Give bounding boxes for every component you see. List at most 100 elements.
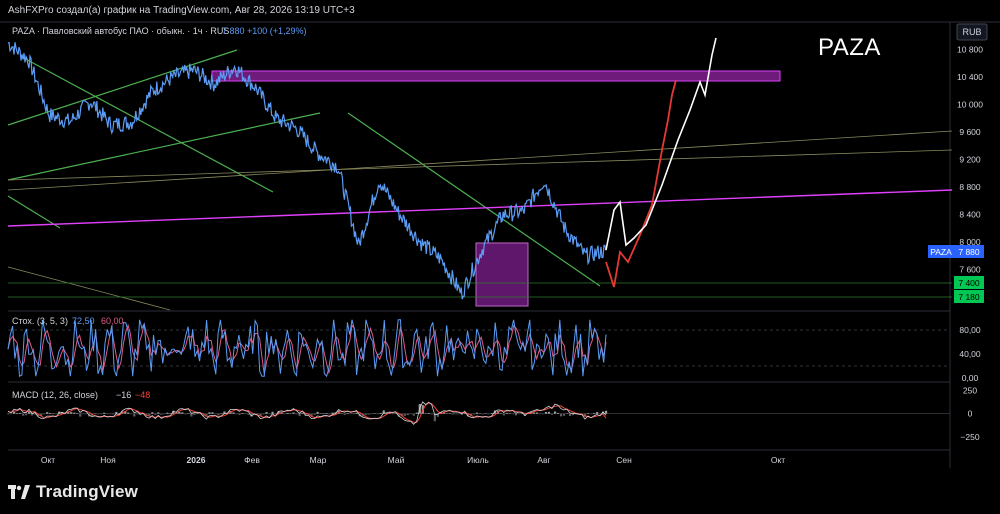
macd-histogram-bar [247, 413, 250, 415]
macd-histogram-bar [532, 412, 536, 414]
macd-histogram-bar [298, 413, 301, 417]
macd-histogram-bar [415, 412, 418, 414]
trendline-tan-3 [7, 266, 171, 311]
level-tag-1-value: 7 400 [958, 278, 980, 288]
resistance-zone [211, 70, 781, 82]
magenta-trendline [7, 189, 953, 227]
macd-histogram-bar [181, 412, 184, 414]
macd-histogram-bar [484, 413, 487, 414]
macd-histogram-bar [115, 411, 118, 414]
macd-histogram-bar [445, 413, 448, 414]
macd-histogram-bar [265, 412, 268, 414]
stoch-axis-tick: 0,00 [962, 373, 979, 383]
trendline-left [7, 195, 61, 229]
macd-histogram-bar [592, 413, 596, 414]
tradingview-logo-icon [8, 485, 30, 499]
macd-histogram-bar [55, 413, 58, 415]
macd-histogram-bar [346, 413, 349, 414]
macd-histogram-bar [367, 413, 370, 415]
macd-histogram-bar [505, 412, 509, 414]
stoch-axis-tick: 40,00 [959, 349, 981, 359]
macd-histogram-bar [136, 413, 139, 415]
trendline-tan-2 [7, 149, 953, 181]
macd-histogram-bar [211, 412, 214, 414]
macd-histogram-bar [82, 413, 85, 415]
macd-histogram-bar [49, 412, 52, 414]
macd-histogram-bar [292, 412, 295, 414]
macd-histogram-bar [568, 413, 572, 417]
macd-histogram-bar [241, 413, 244, 414]
macd-histogram-bar [286, 412, 289, 414]
macd-axis-tick: 0 [968, 409, 973, 419]
macd-histogram-bar [295, 413, 298, 415]
time-axis-tick: Авг [537, 455, 550, 465]
macd-histogram-bar [571, 413, 575, 416]
macd-histogram-bar [19, 412, 22, 414]
macd-histogram-bar [448, 413, 451, 414]
macd-histogram-bar [283, 413, 286, 415]
macd-histogram-bar [109, 413, 112, 415]
macd-histogram-bar [487, 413, 491, 415]
macd-value: −16 [116, 390, 131, 400]
macd-histogram-bar [25, 413, 28, 416]
tradingview-logo-text: TradingView [36, 482, 139, 501]
time-axis-tick: Окт [41, 455, 55, 465]
price-axis-tick: 8 400 [959, 210, 981, 220]
macd-histogram-bar [373, 413, 376, 414]
macd-histogram-bar [517, 413, 521, 415]
macd-histogram-bar [553, 411, 557, 414]
macd-histogram-bar [556, 412, 560, 414]
trendline-channel-bottom [7, 112, 321, 181]
macd-histogram-bar [586, 413, 590, 414]
time-axis-tick: Окт [771, 455, 785, 465]
macd-histogram-bar [349, 413, 352, 415]
macd-histogram-bar [427, 412, 430, 414]
macd-histogram-bar [370, 413, 373, 415]
price-axis-tick: 9 200 [959, 155, 981, 165]
macd-histogram-bar [190, 413, 193, 417]
macd-histogram-bar [475, 412, 478, 414]
macd-histogram-bar [232, 412, 235, 414]
macd-histogram-bar [163, 413, 166, 415]
macd-histogram-bar [544, 412, 548, 414]
macd-histogram-bar [478, 413, 481, 415]
macd-histogram-bar [565, 413, 569, 415]
price-axis-tick: 8 800 [959, 182, 981, 192]
chart-canvas[interactable]: 80,00 40,00 0,00 250 0 −250 10 800 10 400 10 0… [0, 0, 1000, 514]
macd-histogram-bar [343, 413, 346, 415]
macd-histogram-bar [268, 413, 271, 415]
macd-histogram-bar [403, 413, 406, 416]
macd-histogram-bar [16, 413, 19, 414]
macd-histogram-bar [322, 413, 325, 414]
macd-histogram-bar [364, 413, 367, 415]
macd-histogram-bar [313, 413, 316, 415]
macd-histogram-bar [331, 412, 334, 414]
macd-histogram-bar [538, 413, 542, 415]
macd-histogram-bar [256, 413, 259, 415]
time-axis-tick: Мар [310, 455, 327, 465]
last-price-tag-symbol-text: PAZA [930, 247, 952, 257]
macd-histogram-bar [562, 413, 566, 416]
macd-histogram-bar [112, 413, 115, 415]
tradingview-logo[interactable]: TradingView [8, 482, 138, 502]
macd-histogram-bar [481, 413, 484, 415]
macd-axis-tick: 250 [963, 386, 977, 396]
macd-histogram-bar [605, 410, 608, 414]
macd-histogram-bar [157, 412, 160, 414]
macd-histogram-bar [85, 413, 88, 415]
stoch-k-value: 72,50 [72, 316, 95, 326]
macd-histogram-bar [187, 413, 190, 414]
time-axis-tick: Май [388, 455, 405, 465]
macd-histogram-bar [43, 413, 46, 415]
macd-histogram-bar [217, 413, 220, 416]
macd-title: MACD (12, 26, close) [12, 390, 98, 400]
macd-histogram-bar [589, 413, 593, 415]
macd-histogram-bar [94, 413, 97, 415]
stoch-title: Стох. (3, 5, 3) [12, 316, 68, 326]
macd-histogram-bar [499, 413, 503, 414]
macd-histogram-bar [178, 411, 181, 414]
macd-histogram-bar [457, 413, 460, 415]
trendlines-layer[interactable] [7, 49, 953, 311]
trendline-downtrend [347, 112, 601, 287]
macd-histogram-bar [472, 413, 475, 415]
